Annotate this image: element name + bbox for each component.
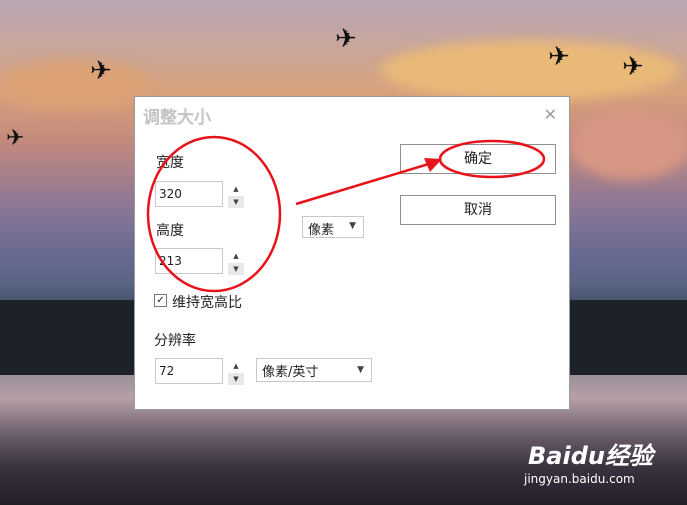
baidu-watermark: Baidu经验 jingyan.baidu.com [524, 436, 653, 486]
annotation-arrow-line [295, 161, 433, 206]
annotation-circle-ok [438, 139, 546, 179]
red-annotation-overlay [146, 135, 546, 293]
watermark-brand: Baidu经验 [528, 442, 653, 470]
annotation-circle-fields [146, 135, 282, 293]
watermark-url: jingyan.baidu.com [524, 472, 635, 486]
